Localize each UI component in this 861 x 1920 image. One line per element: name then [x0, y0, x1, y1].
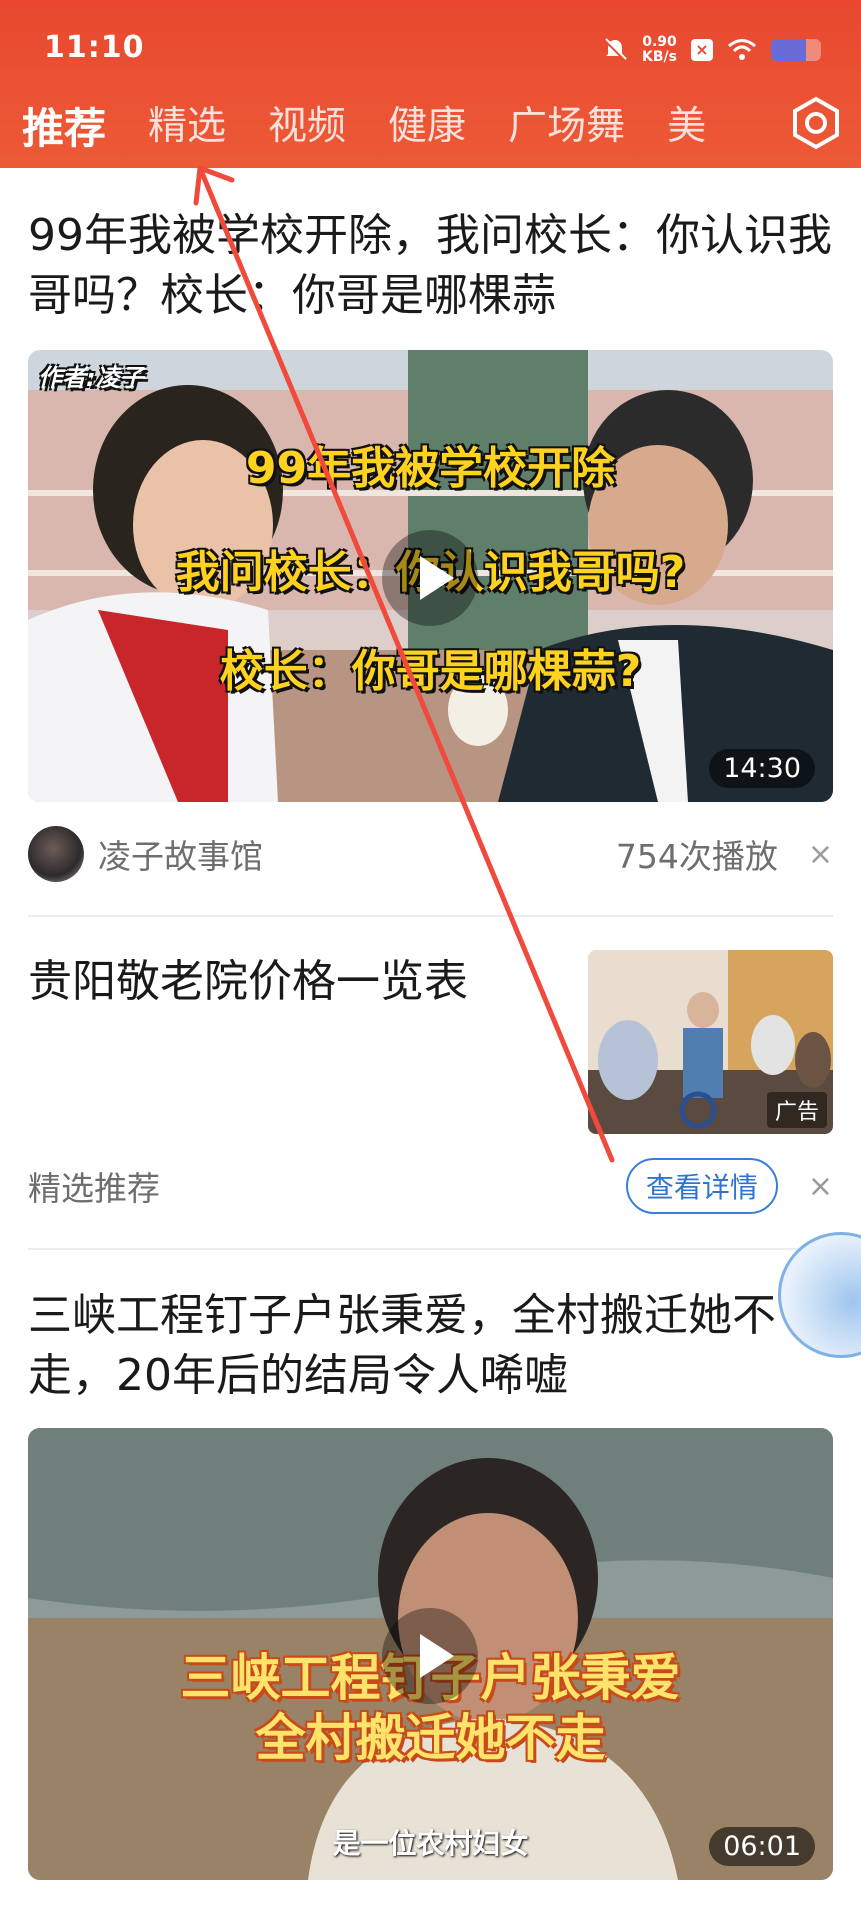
annotation-arrow: [193, 165, 615, 1163]
